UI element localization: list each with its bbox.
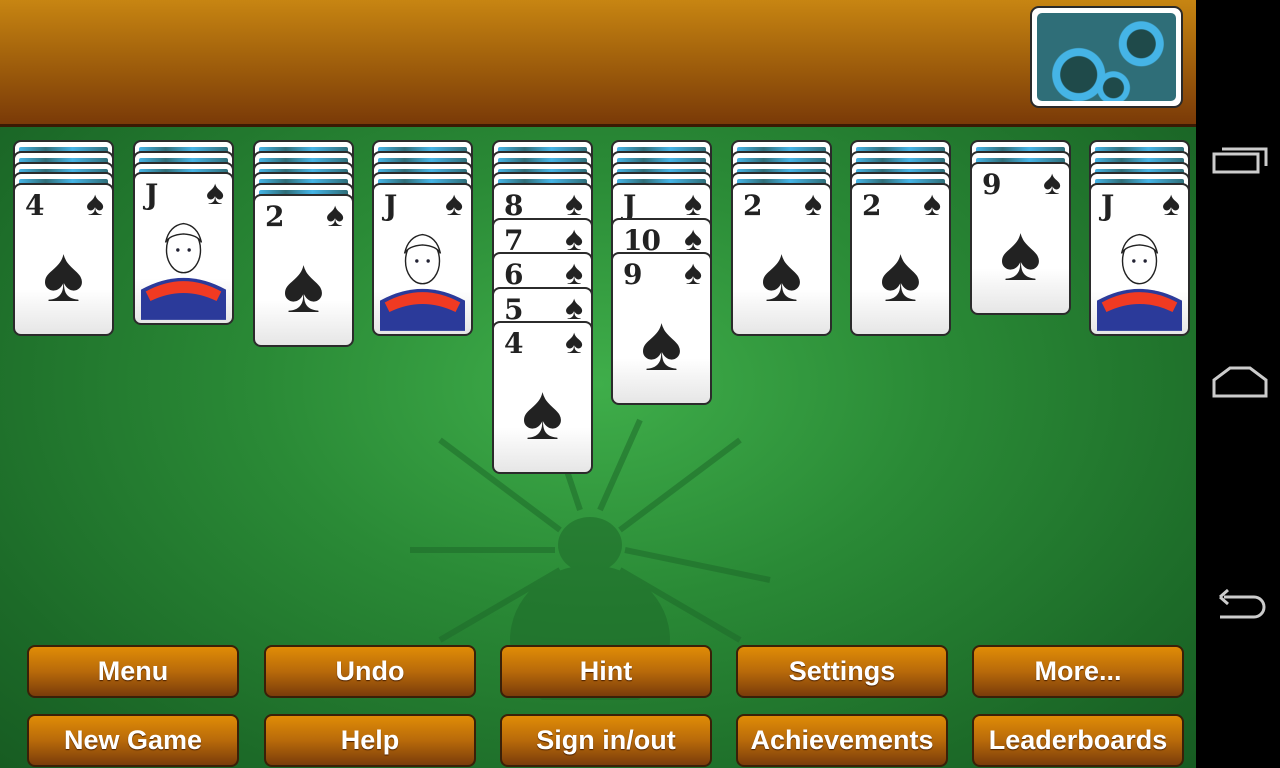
card-rank: 9 (623, 258, 643, 291)
jack-portrait-icon (141, 211, 226, 323)
card-J-spades[interactable]: J ♠ (1089, 183, 1190, 336)
home-button[interactable] (1210, 362, 1270, 402)
card-rank: 2 (265, 200, 285, 233)
back-icon (1219, 588, 1266, 619)
spade-pip-icon: ♠ (879, 230, 922, 318)
spade-icon: ♠ (803, 185, 822, 223)
leaderboards-button[interactable]: Leaderboards (972, 714, 1184, 767)
card-2-spades[interactable]: 2 ♠ ♠ (850, 183, 951, 336)
card-rank: 4 (504, 327, 524, 360)
spade-icon: ♠ (325, 196, 344, 234)
new-game-button[interactable]: New Game (27, 714, 239, 767)
more-button[interactable]: More... (972, 645, 1184, 698)
spade-icon: ♠ (564, 185, 583, 223)
recent-apps-button[interactable] (1210, 140, 1270, 180)
menu-button[interactable]: Menu (27, 645, 239, 698)
top-bar (0, 0, 1196, 127)
spade-icon: ♠ (564, 220, 583, 258)
recent-apps-icon (1212, 147, 1268, 174)
spade-pip-icon: ♠ (999, 209, 1042, 297)
card-2-spades[interactable]: 2 ♠ ♠ (731, 183, 832, 336)
jack-portrait-icon (380, 222, 465, 334)
spade-icon: ♠ (444, 185, 463, 223)
sign-in-out-button[interactable]: Sign in/out (500, 714, 712, 767)
card-9-spades[interactable]: 9 ♠ ♠ (611, 252, 712, 405)
spade-pip-icon: ♠ (42, 230, 85, 318)
spade-pip-icon: ♠ (282, 241, 325, 329)
card-rank: 9 (982, 168, 1002, 201)
achievements-button[interactable]: Achievements (736, 714, 948, 767)
spade-icon: ♠ (564, 254, 583, 292)
card-4-spades[interactable]: 4 ♠ ♠ (492, 321, 593, 474)
card-9-spades[interactable]: 9 ♠ ♠ (970, 162, 1071, 315)
spade-icon: ♠ (683, 185, 702, 223)
hint-button[interactable]: Hint (500, 645, 712, 698)
spade-icon: ♠ (1161, 185, 1180, 223)
help-button[interactable]: Help (264, 714, 476, 767)
spade-icon: ♠ (1042, 164, 1061, 202)
undo-button[interactable]: Undo (264, 645, 476, 698)
card-rank: 2 (862, 189, 882, 222)
card-J-spades[interactable]: J ♠ (133, 172, 234, 325)
card-rank: J (145, 178, 158, 211)
settings-button[interactable]: Settings (736, 645, 948, 698)
spade-icon: ♠ (564, 323, 583, 361)
home-icon (1212, 366, 1268, 398)
spade-icon: ♠ (85, 185, 104, 223)
jack-portrait-icon (1097, 222, 1182, 334)
spade-pip-icon: ♠ (640, 299, 683, 387)
spade-icon: ♠ (564, 289, 583, 327)
spade-icon: ♠ (205, 174, 224, 212)
spade-pip-icon: ♠ (760, 230, 803, 318)
card-rank: J (384, 189, 397, 222)
spade-icon: ♠ (922, 185, 941, 223)
spade-icon: ♠ (683, 254, 702, 292)
card-2-spades[interactable]: 2 ♠ ♠ (253, 194, 354, 347)
back-button[interactable] (1210, 585, 1270, 625)
spade-icon: ♠ (683, 220, 702, 258)
card-rank: 2 (743, 189, 763, 222)
card-rank: 4 (25, 189, 45, 222)
stock-pile[interactable] (1030, 6, 1183, 108)
card-4-spades[interactable]: 4 ♠ ♠ (13, 183, 114, 336)
card-rank: J (1101, 189, 1114, 222)
spade-pip-icon: ♠ (521, 368, 564, 456)
card-back-icon (1037, 13, 1176, 101)
card-J-spades[interactable]: J ♠ (372, 183, 473, 336)
